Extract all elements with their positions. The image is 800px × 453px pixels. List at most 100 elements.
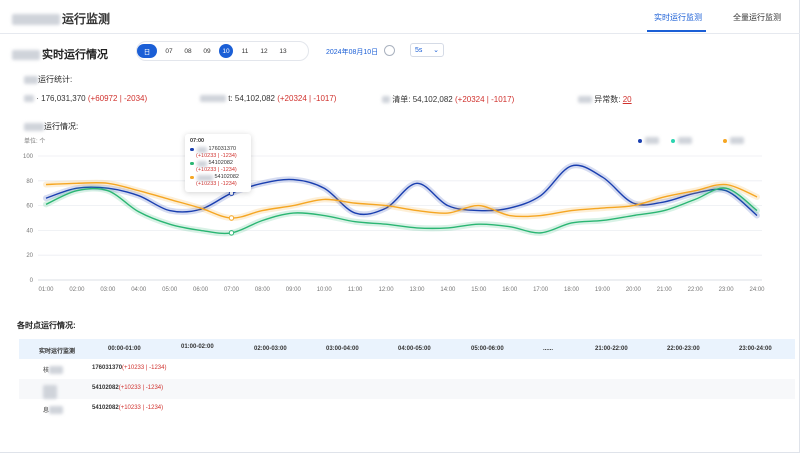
col-header: 02:00-03:00 [254, 346, 287, 352]
x-tick-label: 02:00 [69, 287, 85, 293]
chip-09[interactable]: 09 [200, 44, 214, 58]
col-header: 实时运行监测 [39, 349, 76, 355]
x-tick-label: 07:00 [224, 287, 240, 293]
x-tick-label: 05:00 [162, 287, 178, 293]
tooltip-row-1: 176031370 [190, 146, 246, 153]
row-value: 54102082(+10233 | -1234) [92, 385, 163, 391]
col-header: 01:00-02:00 [181, 344, 214, 350]
x-tick-label: 16:00 [502, 287, 518, 293]
x-tick-label: 01:00 [38, 287, 54, 293]
stat-label: 异常数: [594, 95, 621, 104]
interval-value: 5s [415, 47, 423, 54]
app-title: 运行监测 [12, 10, 110, 27]
x-tick-label: 21:00 [657, 287, 673, 293]
tooltip-row-2: 54102082 [190, 160, 246, 167]
stat-value: 54,102,082 [412, 95, 453, 104]
realtime-section-title: 实时运行情况 [12, 46, 108, 62]
stat-second: t: 54,102,082 (+20324 | -1017) [200, 94, 336, 103]
stat-decrease: -1017) [491, 95, 515, 104]
app-title-text: 运行监测 [62, 12, 111, 26]
chart-tooltip: 07:00 176031370 (+10233 | -1234) 5410208… [185, 134, 251, 192]
tooltip-time: 07:00 [190, 138, 205, 144]
chip-10[interactable]: 10 [219, 44, 233, 58]
stats-title: 运行统计: [24, 74, 72, 85]
x-tick-label: 23:00 [719, 287, 735, 293]
redacted-label [578, 96, 592, 104]
series-point-3 [228, 215, 235, 221]
x-tick-label: 12:00 [379, 287, 395, 293]
x-tick-label: 08:00 [255, 287, 271, 293]
x-tick-label: 04:00 [131, 287, 147, 293]
realtime-title-text: 实时运行情况 [42, 49, 108, 61]
tab-full-monitor[interactable]: 全量运行监测 [733, 12, 781, 23]
tooltip-delta: (+10233 | -1234) [196, 181, 237, 187]
tooltip-row-3: 54102082 [190, 174, 246, 181]
chart-series [43, 162, 760, 237]
row-delta: (+10233 | -1234) [118, 405, 164, 411]
row-value: 54102082(+10233 | -1234) [92, 405, 163, 411]
x-tick-label: 24:00 [749, 287, 765, 293]
x-tick-label: 22:00 [688, 287, 704, 293]
x-tick-label: 09:00 [286, 287, 302, 293]
y-tick-label: 20 [26, 253, 33, 259]
redacted-text [43, 385, 57, 399]
chip-13[interactable]: 13 [276, 44, 290, 58]
col-header: 21:00-22:00 [595, 346, 628, 352]
col-header: 03:00-04:00 [326, 346, 359, 352]
row-delta: (+10233 | -1234) [122, 365, 167, 371]
stat-decrease: -1017) [313, 94, 337, 103]
y-tick-label: 0 [30, 278, 34, 284]
row-name [43, 385, 57, 399]
col-header: ...... [543, 346, 554, 352]
row-delta: (+10233 | -1234) [118, 385, 164, 391]
redacted-text [196, 160, 207, 167]
redacted-label [24, 95, 34, 103]
redacted-text [49, 406, 64, 415]
series-point-2 [228, 230, 235, 236]
redacted-label [382, 96, 390, 104]
chip-day[interactable]: 日 [137, 44, 157, 58]
day-selector: 日 07 08 09 10 11 12 13 [137, 42, 295, 60]
stat-total: · 176,031,370 (+60972 | -2034) [24, 94, 147, 103]
chip-12[interactable]: 12 [257, 44, 271, 58]
table-row[interactable]: 54102082(+10233 | -1234) [19, 379, 795, 399]
stat-label: · [36, 94, 39, 103]
x-tick-label: 20:00 [626, 287, 642, 293]
stat-increase: (+20324 [454, 95, 485, 104]
redacted-text [24, 75, 38, 84]
redacted-logo [12, 14, 60, 26]
app-frame: 运行监测 实时运行监测 全量运行监测 实时运行情况 日 07 08 09 10 … [0, 0, 800, 453]
run-title-text: 运行情况: [44, 122, 79, 131]
tooltip-delta: (+10233 | -1234) [196, 153, 237, 159]
col-header: 05:00-06:00 [471, 346, 504, 352]
table-row[interactable]: 核 176031370(+10233 | -1234) [19, 359, 795, 379]
row-value: 176031370(+10233 | -1234) [92, 365, 166, 371]
x-tick-label: 11:00 [348, 287, 363, 293]
stat-increase: (+60972 [87, 94, 118, 103]
tooltip-value: 176031370 [208, 146, 237, 152]
refresh-interval-select[interactable]: 5s ⌄ [410, 43, 444, 57]
stat-value: 54,102,082 [234, 94, 275, 103]
chip-11[interactable]: 11 [238, 44, 252, 58]
stat-anomaly: 异常数: 20 [578, 94, 632, 105]
anomaly-count-link[interactable]: 20 [623, 95, 632, 104]
run-title: 运行情况: [24, 121, 78, 132]
line-chart[interactable]: 0 20 40 60 80 100 01:00 02:00 03:00 04:00 05:00 06… [0, 140, 800, 300]
tab-realtime-monitor[interactable]: 实时运行监测 [654, 12, 702, 23]
tooltip-dot [190, 161, 194, 166]
row-count: 54102082 [92, 405, 119, 411]
stat-decrease: -2034) [124, 94, 148, 103]
stat-value: 176,031,370 [41, 94, 86, 103]
redacted-text [196, 174, 213, 181]
tooltip-dot [190, 147, 194, 152]
y-axis-ticks: 0 20 40 60 80 100 [23, 154, 34, 284]
selected-date[interactable]: 2024年08月10日 [326, 47, 378, 57]
chip-08[interactable]: 08 [181, 44, 195, 58]
chip-07[interactable]: 07 [162, 44, 176, 58]
refresh-icon[interactable] [384, 45, 395, 56]
stat-list: 清单: 54,102,082 (+20324 | -1017) [382, 94, 514, 105]
stat-increase: (+20324 [277, 94, 307, 103]
tooltip-delta: (+10233 | -1234) [196, 167, 237, 173]
col-header: 00:00-01:00 [108, 346, 141, 352]
table-row[interactable]: 息 54102082(+10233 | -1234) [19, 399, 795, 419]
